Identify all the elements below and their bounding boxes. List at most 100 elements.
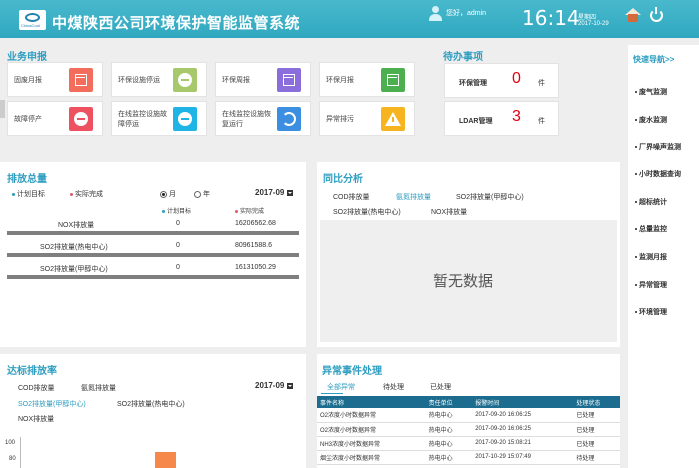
quick-nav-item[interactable]: 总量监控 <box>635 224 667 234</box>
col-header-actual: 实际完成 <box>235 206 264 215</box>
table-cell: 2017-09-20 16:06:25 <box>472 408 574 423</box>
business-tile[interactable]: 在线监控设施故障停运 <box>111 101 207 136</box>
events-column-header: 处理状态 <box>573 396 620 408</box>
rate-tab[interactable]: NOX排放量 <box>18 414 54 424</box>
tile-label: 异常排污 <box>326 115 354 123</box>
emission-section-title: 排放总量 <box>7 174 47 185</box>
events-column-header: 报警时间 <box>472 396 574 408</box>
logo-mark-icon <box>25 13 40 22</box>
table-row[interactable]: NH3浓度小时数据异常 热电中心 2017-09-20 15:08:21 已处理 <box>317 436 620 451</box>
quick-nav-item[interactable]: 环境管理 <box>635 307 667 317</box>
y-tick-label: 80 <box>9 456 16 462</box>
business-tile[interactable]: 故障停产 <box>7 101 103 136</box>
quick-nav-title[interactable]: 快速导航>> <box>633 54 674 65</box>
quick-nav-item[interactable]: 厂界噪声监测 <box>635 142 681 152</box>
business-tile[interactable]: 异常排污 <box>319 101 415 136</box>
compare-tab[interactable]: SO2排放量(甲醇中心) <box>456 192 524 202</box>
home-icon[interactable] <box>625 8 641 22</box>
business-tile[interactable]: 环保月报 <box>319 62 415 97</box>
legend-plan: 计划目标 <box>12 189 45 199</box>
todo-unit: 件 <box>538 80 545 87</box>
tile-label: 故障停产 <box>14 115 42 123</box>
table-cell: 已处理 <box>573 436 620 451</box>
user-icon[interactable] <box>428 6 442 22</box>
chevron-down-icon[interactable] <box>286 382 293 389</box>
tab-processed[interactable]: 已处理 <box>430 382 451 392</box>
logo-text: ChinaCoal <box>21 23 40 28</box>
rate-tab[interactable]: SO2排放量(甲醇中心) <box>18 399 86 409</box>
todo-item-env-management[interactable]: 环保管理 0 件 <box>444 63 559 98</box>
emission-period-select[interactable]: 2017-09 <box>255 188 293 197</box>
business-tile[interactable]: 环保周报 <box>215 62 311 97</box>
rate-tab[interactable]: SO2排放量(热电中心) <box>117 399 185 409</box>
rate-period-select[interactable]: 2017-09 <box>255 381 293 390</box>
table-row[interactable]: O2浓度小时数据异常 热电中心 2017-09-20 16:06:25 已处理 <box>317 408 620 423</box>
rate-tab[interactable]: 氨氮排放量 <box>81 383 116 393</box>
no-data-message: 暂无数据 <box>433 273 494 290</box>
rate-tab[interactable]: COD排放量 <box>18 383 55 393</box>
todo-label: 环保管理 <box>459 80 487 87</box>
events-column-header: 责任单位 <box>425 396 473 408</box>
legend-actual-dot-icon <box>70 192 73 196</box>
todo-item-ldar-management[interactable]: LDAR管理 3 件 <box>444 101 559 136</box>
table-cell: 待处理 <box>573 450 620 465</box>
sync-icon <box>277 107 301 131</box>
business-section-title: 业务申报 <box>7 52 47 63</box>
compare-tab[interactable]: SO2排放量(热电中心) <box>333 207 401 217</box>
quick-nav-item[interactable]: 小时数据查询 <box>635 169 681 179</box>
clock-date: 2017-10-29 <box>578 21 609 27</box>
radio-unchecked-icon[interactable] <box>194 190 201 198</box>
chevron-down-icon[interactable] <box>286 189 293 196</box>
tab-pending[interactable]: 待处理 <box>383 382 404 392</box>
compare-tab[interactable]: 氨氮排放量 <box>396 192 431 202</box>
quick-nav-item[interactable]: 废气监测 <box>635 87 667 97</box>
business-tile[interactable]: 在线监控设施恢复运行 <box>215 101 311 136</box>
emission-row-plan: 0 <box>176 220 180 227</box>
quick-nav-item[interactable]: 异常管理 <box>635 280 667 290</box>
emission-row-name: NOX排放量 <box>58 222 95 229</box>
emission-row-actual: 16131050.29 <box>235 264 276 271</box>
chart-bar[interactable] <box>155 452 176 468</box>
y-tick-label: 100 <box>5 440 16 446</box>
emission-progress-bar <box>7 275 299 279</box>
table-cell: 已处理 <box>573 408 620 423</box>
tile-label: 在线监控设施故障停运 <box>118 110 167 128</box>
emission-progress-bar <box>7 253 299 257</box>
active-tab-underline <box>321 393 343 394</box>
quick-nav-item[interactable]: 废水监测 <box>635 115 667 125</box>
business-tile[interactable]: 固废月报 <box>7 62 103 97</box>
app-header: ChinaCoal 中煤陕西公司环境保护智能监管系统 您好，admin 16:1… <box>0 0 699 38</box>
quick-nav-item[interactable]: 监测月报 <box>635 252 667 262</box>
business-tile[interactable]: 环保设施停运 <box>111 62 207 97</box>
user-greeting[interactable]: 您好，admin <box>446 8 486 18</box>
emission-row-actual: 16206562.68 <box>235 220 276 227</box>
tile-label: 环保设施停运 <box>118 76 160 84</box>
emission-row-plan: 0 <box>176 242 180 249</box>
radio-month[interactable]: 月 <box>160 189 176 199</box>
sidebar-toggle-handle[interactable] <box>0 100 5 118</box>
table-row[interactable]: O2浓度小时数据异常 热电中心 2017-09-20 16:06:25 已处理 <box>317 422 620 437</box>
legend-actual: 实际完成 <box>70 189 103 199</box>
events-column-header: 事件名称 <box>317 396 426 408</box>
todo-count: 3 <box>512 108 521 125</box>
radio-checked-icon[interactable] <box>160 190 167 198</box>
compare-section-title: 同比分析 <box>323 174 363 185</box>
plan-dot-icon <box>162 209 165 213</box>
tab-all-exceptions[interactable]: 全部异常 <box>327 382 355 392</box>
rate-section-title: 达标排放率 <box>7 366 57 377</box>
compare-tab[interactable]: NOX排放量 <box>431 207 467 217</box>
table-row[interactable]: 烟尘浓度小时数据异常 热电中心 2017-10-29 15:07:49 待处理 <box>317 450 620 465</box>
todo-label: LDAR管理 <box>459 118 493 125</box>
tile-label: 环保月报 <box>326 76 354 84</box>
radio-year[interactable]: 年 <box>194 189 210 199</box>
calendar-icon <box>381 68 405 92</box>
table-cell: 2017-09-20 15:08:21 <box>472 436 574 451</box>
company-logo: ChinaCoal <box>19 10 46 30</box>
compare-tab[interactable]: COD排放量 <box>333 192 370 202</box>
rate-chart <box>20 437 298 468</box>
minus-circle-icon <box>173 68 197 92</box>
table-cell: 已处理 <box>573 422 620 437</box>
quick-nav-item[interactable]: 超标统计 <box>635 197 667 207</box>
calendar-icon <box>69 68 93 92</box>
logout-power-icon[interactable] <box>650 7 663 22</box>
